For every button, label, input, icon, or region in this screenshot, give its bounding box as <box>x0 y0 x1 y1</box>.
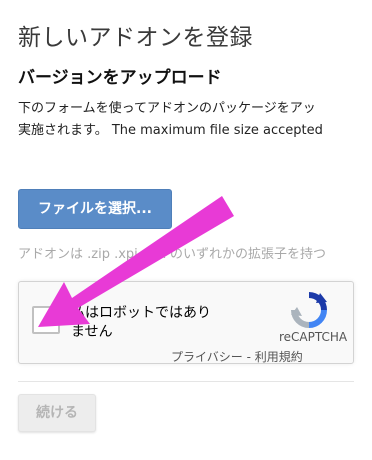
recaptcha-links: プライバシー - 利用規約 <box>171 348 303 364</box>
page-title: 新しいアドオンを登録 <box>18 25 253 51</box>
add-on-submission-page: 新しいアドオンを登録 バージョンをアップロード 下のフォームを使ってアドオンのパ… <box>0 0 372 460</box>
recaptcha-logo-icon <box>291 292 327 328</box>
recaptcha-label: 私はロボットではあり ません <box>71 304 211 342</box>
recaptcha-label-line-1: 私はロボットではあり <box>71 305 211 321</box>
choose-file-button[interactable]: ファイルを選択... <box>18 189 172 229</box>
recaptcha-terms-link[interactable]: 利用規約 <box>255 350 303 363</box>
recaptcha-privacy-link[interactable]: プライバシー <box>171 350 243 363</box>
recaptcha-brand: reCAPTCHA <box>279 330 348 344</box>
continue-button[interactable]: 続ける <box>18 394 96 432</box>
upload-description-line-1: 下のフォームを使ってアドオンのパッケージをアッ <box>18 101 316 116</box>
upload-section-heading: バージョンをアップロード <box>18 68 222 88</box>
form-divider <box>18 381 354 382</box>
recaptcha-label-line-2: ません <box>71 324 113 340</box>
file-extension-hint: アドオンは .zip .xpi .crx のいずれかの拡張子を持つ <box>18 247 327 262</box>
upload-description-line-2: 実施されます。 The maximum file size accepted <box>18 123 323 138</box>
recaptcha-widget: 私はロボットではあり ません reCAPTCHA プライバシー - 利用規約 <box>18 281 354 364</box>
upload-description: 下のフォームを使ってアドオンのパッケージをアッ 実施されます。 The maxi… <box>18 98 372 142</box>
recaptcha-checkbox[interactable] <box>32 306 60 334</box>
recaptcha-link-separator: - <box>242 350 255 364</box>
